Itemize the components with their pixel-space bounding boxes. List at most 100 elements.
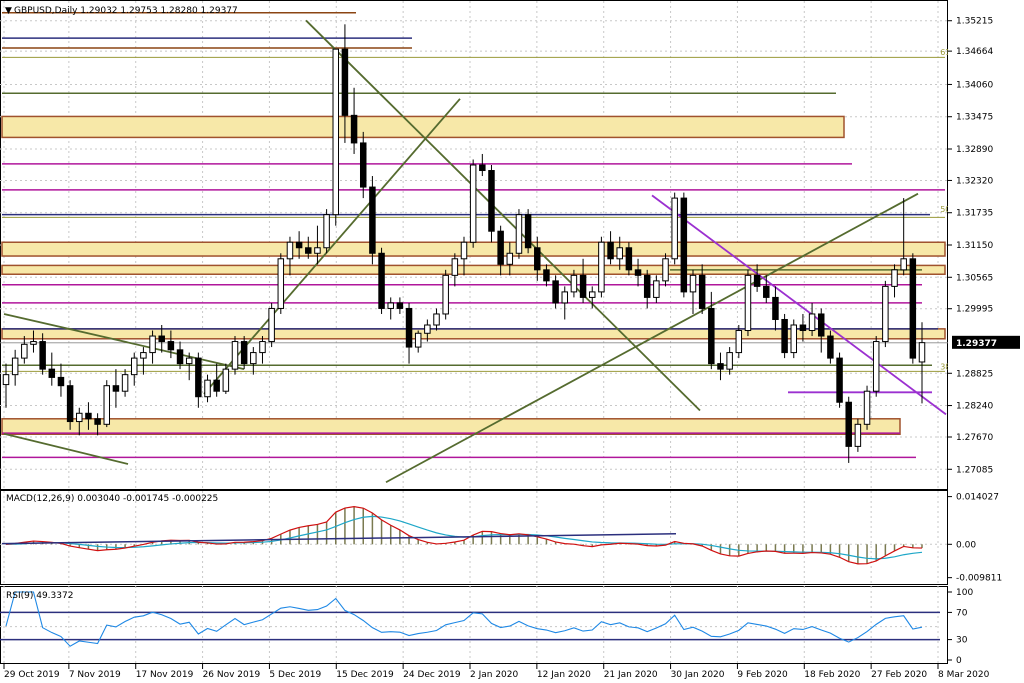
rsi-tick-label: 70 (956, 608, 968, 618)
time-tick-label: 24 Dec 2019 (403, 670, 461, 680)
candle-body (405, 307, 413, 348)
candle-body (772, 296, 779, 320)
rsi-tick-label: 30 (956, 636, 968, 646)
candle-body (442, 274, 449, 315)
candle-body (140, 352, 147, 359)
sr-zone (1, 418, 901, 435)
candle-body (753, 274, 761, 287)
price-tick-label: 1.32320 (956, 176, 993, 186)
candle-body (570, 274, 578, 293)
candle-body (662, 258, 669, 282)
candle-body (39, 341, 46, 370)
candle-body (799, 324, 807, 332)
candle-body (900, 258, 907, 271)
candle-body (717, 363, 724, 370)
price-tick-label: 1.32890 (956, 145, 993, 155)
candle-body (918, 342, 926, 363)
candle-body (634, 269, 642, 276)
time-tick-label: 12 Jan 2020 (537, 670, 591, 680)
candle-body (11, 357, 19, 376)
candle-body (488, 170, 495, 232)
candle-body (222, 368, 230, 392)
time-tick-label: 30 Jan 2020 (671, 670, 725, 680)
candle-body (305, 247, 312, 254)
price-tick-label: 1.28240 (956, 402, 993, 412)
candle-body (891, 269, 898, 287)
candle-body (515, 214, 523, 254)
macd-label: MACD(12,26,9) 0.003040 -0.001745 -0.0002… (6, 494, 218, 504)
candle-body (195, 357, 202, 398)
time-tick-label: 27 Feb 2020 (871, 670, 927, 680)
rsi-label: RSI(9) 49.3372 (6, 591, 73, 601)
candle-body (763, 285, 770, 298)
time-axis: 29 Oct 2019 7 Nov 2019 17 Nov 2019 26 Nov 2… (3, 664, 990, 680)
candle-body (845, 401, 852, 447)
price-tick-label: 1.31150 (956, 241, 993, 251)
candle-body (121, 374, 129, 392)
candle-body (817, 313, 825, 337)
candle-body (735, 330, 743, 354)
price-tick-label: 1.27670 (956, 433, 993, 443)
candle-body (130, 357, 138, 376)
gbpusd-chart: 61.850.038.2 1.352151.346641.340601.3347… (0, 0, 1020, 680)
candle-body (158, 335, 165, 343)
candle-body (854, 423, 862, 447)
time-tick-label: 21 Jan 2020 (604, 670, 658, 680)
candle-body (497, 230, 504, 265)
candle-body (460, 241, 468, 260)
candle-body (424, 324, 431, 334)
price-tick-label: 1.31735 (956, 209, 993, 219)
candle-body (469, 164, 477, 243)
candle-body (112, 385, 120, 392)
candle-body (167, 341, 175, 351)
time-tick-label: 26 Nov 2019 (203, 670, 261, 680)
candle-body (882, 285, 889, 343)
candle-body (698, 274, 706, 309)
candle-body (314, 247, 321, 254)
candle-body (607, 241, 614, 260)
candle-body (30, 341, 37, 345)
macd-panel (0, 490, 948, 585)
candle-body (48, 368, 56, 378)
candle-body (396, 302, 404, 309)
macd-tick-label: -0.009811 (956, 574, 1002, 584)
candle-body (534, 247, 541, 271)
candle-body (103, 385, 111, 425)
candle-body (57, 376, 65, 387)
candle-body (76, 412, 83, 423)
candle-body (378, 252, 385, 309)
candle-body (524, 214, 532, 249)
time-tick-label: 17 Nov 2019 (136, 670, 194, 680)
candle-body (350, 114, 358, 144)
candle-body (369, 186, 376, 254)
candle-body (66, 385, 74, 423)
candle-body (836, 357, 843, 403)
candle-body (240, 341, 248, 365)
candle-body (94, 418, 101, 425)
time-tick-label: 2 Jan 2020 (470, 670, 518, 680)
candle-body (863, 390, 871, 425)
sr-zone (1, 115, 845, 139)
candle-body (85, 412, 92, 420)
price-tick-label: 1.28825 (956, 369, 993, 379)
time-tick-label: 15 Dec 2019 (336, 670, 394, 680)
candle-body (588, 291, 596, 298)
price-tick-label: 1.33475 (956, 113, 993, 123)
price-tick-label: 1.27085 (956, 465, 993, 475)
candle-body (433, 313, 440, 326)
candle-body (176, 349, 184, 365)
rsi-panel (0, 586, 948, 664)
candle-body (506, 252, 514, 265)
candle-body (625, 247, 633, 271)
candle-body (359, 142, 367, 188)
candle-body (598, 241, 605, 293)
candle-body (213, 379, 220, 392)
macd-tick-label: 0.00 (956, 540, 976, 550)
time-tick-label: 9 Feb 2020 (737, 670, 788, 680)
candle-body (414, 332, 422, 348)
candle-body (332, 48, 340, 216)
price-tick-label: 1.29995 (956, 305, 993, 315)
current-price-label: 1.29377 (956, 339, 997, 349)
time-tick-label: 7 Nov 2019 (69, 670, 121, 680)
candle-body (653, 280, 660, 298)
